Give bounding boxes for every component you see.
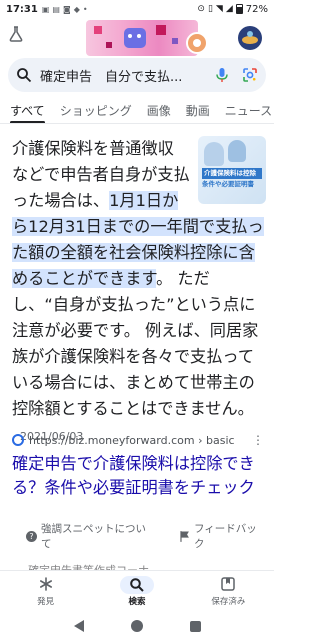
back-icon[interactable] — [73, 620, 84, 632]
battery-percent: 72% — [245, 3, 268, 15]
google-lens-icon[interactable] — [242, 67, 258, 83]
result-source[interactable]: https://biz.moneyforward.com › basic ⋮ — [12, 432, 264, 448]
thumbnail-person — [204, 142, 224, 166]
thumbnail-label: 条件や必要証明書 — [202, 180, 254, 188]
more-options-icon[interactable]: ⋮ — [252, 433, 264, 447]
tab-images[interactable]: 画像 — [147, 98, 171, 123]
nav-search[interactable]: 検索 — [91, 571, 182, 610]
active-pill — [119, 576, 154, 594]
doodle-shape — [156, 25, 166, 35]
vibrate-icon: ▯ — [207, 4, 213, 14]
nav-discover[interactable]: 発見 — [0, 571, 91, 610]
doodle-shape — [172, 38, 178, 44]
app-icon: ▣ — [41, 4, 50, 14]
doodle-robot — [124, 28, 146, 48]
location-icon: ⊙ — [197, 4, 205, 14]
search-icon — [17, 68, 32, 83]
app-header — [0, 18, 274, 58]
mic-icon[interactable] — [214, 67, 230, 83]
bottom-navigation: 発見 検索 保存済み — [0, 570, 274, 610]
tab-videos[interactable]: 動画 — [186, 98, 210, 123]
asterisk-icon — [39, 577, 52, 591]
nav-label: 検索 — [128, 597, 146, 607]
search-input[interactable]: 確定申告 自分で支払... — [40, 66, 208, 85]
system-navigation-bar — [0, 612, 274, 640]
status-bar: 17:31 ▣ ▤ ◙ ◆ • ⊙ ▯ ◥ ◢ 72% — [0, 0, 274, 18]
chat-icon: ◙ — [62, 4, 71, 14]
tab-news[interactable]: ニュース — [225, 98, 272, 123]
dot-icon: • — [82, 4, 88, 14]
search-icon — [130, 578, 144, 592]
doodle-shape — [94, 26, 102, 34]
feedback-link[interactable]: フィードバック — [194, 521, 266, 551]
labs-flask-icon[interactable] — [8, 26, 24, 42]
result-url[interactable]: https://biz.moneyforward.com › basic — [29, 434, 235, 447]
search-tabs: すべて ショッピング 画像 動画 ニュース — [0, 98, 274, 124]
tab-all[interactable]: すべて — [10, 98, 45, 123]
home-icon[interactable] — [130, 620, 143, 632]
tab-shopping[interactable]: ショッピング — [60, 98, 132, 123]
bookmark-icon — [221, 577, 236, 591]
bookmark-icon: ▤ — [52, 4, 60, 14]
status-right: ⊙ ▯ ◥ ◢ 72% — [197, 4, 268, 15]
result-title-link[interactable]: 確定申告で介護保険料は控除できる？条件や必要証明書をチェック — [12, 452, 266, 500]
thumbnail-label: 介護保険料は控除 — [202, 168, 262, 179]
doodle-shape — [106, 42, 112, 48]
recent-apps-icon[interactable] — [189, 620, 201, 632]
notification-icons: ▣ ▤ ◙ ◆ • — [42, 5, 88, 14]
snippet-thumbnail[interactable]: 介護保険料は控除 条件や必要証明書 — [198, 136, 266, 204]
help-icon: ? — [26, 530, 37, 542]
nav-label: 発見 — [37, 597, 55, 607]
snippet-feedback-row: ? 強調スニペットについて フィードバック — [26, 523, 266, 550]
wifi-icon: ◥ — [215, 4, 223, 14]
battery-icon — [235, 4, 243, 14]
search-bar[interactable]: 確定申告 自分で支払... — [8, 58, 266, 92]
thumbnail-person — [228, 140, 246, 162]
about-snippets-link[interactable]: 強調スニペットについて — [41, 521, 154, 551]
bluesky-icon: ◆ — [73, 4, 80, 14]
signal-icon: ◢ — [225, 4, 233, 14]
nav-label: 保存済み — [211, 597, 246, 607]
avatar[interactable] — [238, 26, 262, 50]
flag-icon — [180, 530, 190, 542]
snippet-text: 。 ただし、“自身が支払った”という点に注意が必要です。 例えば、同居家族が介護… — [12, 269, 259, 418]
clock: 17:31 — [6, 3, 38, 15]
nav-saved[interactable]: 保存済み — [183, 571, 274, 610]
google-doodle[interactable] — [86, 20, 198, 56]
site-favicon-icon — [12, 434, 24, 446]
featured-snippet: 介護保険料は控除 条件や必要証明書 介護保険料を普通徴収などで申告者自身が支払っ… — [12, 136, 266, 443]
doodle-share-icon[interactable] — [186, 32, 208, 54]
